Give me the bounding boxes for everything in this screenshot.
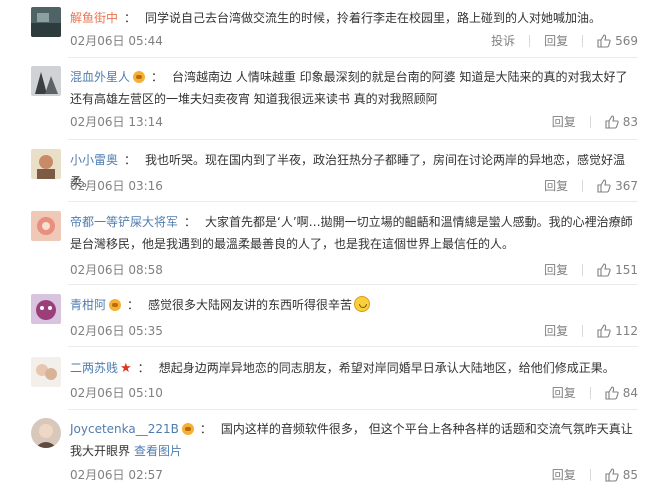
avatar[interactable] bbox=[31, 66, 61, 96]
laugh-emoji-icon bbox=[354, 296, 371, 312]
comment-content: 感觉很多大陆网友讲的东西听得很辛苦 bbox=[148, 298, 353, 312]
reply-button[interactable]: 回复 bbox=[552, 113, 576, 130]
like-button[interactable]: 84 bbox=[605, 386, 638, 400]
crown-badge-icon bbox=[181, 423, 194, 435]
comment-actions: 回复 367 bbox=[544, 177, 638, 194]
username-link[interactable]: 解鱼街中 bbox=[70, 11, 118, 25]
username-link[interactable]: 青柑阿 bbox=[70, 298, 106, 312]
comment-actions: 回复 112 bbox=[544, 322, 638, 339]
thumbs-up-icon bbox=[597, 33, 611, 48]
like-button[interactable]: 569 bbox=[597, 34, 638, 48]
avatar[interactable] bbox=[31, 418, 61, 448]
reply-button[interactable]: 回复 bbox=[544, 322, 568, 339]
avatar[interactable] bbox=[31, 7, 61, 37]
comment-item: 帝都一等铲屎大将军：大家首先都是‘人’啊…拋開一切立場的齟齬和溫情總是蠻人感動。… bbox=[0, 211, 656, 277]
username-link[interactable]: 帝都一等铲屎大将军 bbox=[70, 215, 178, 229]
separator bbox=[68, 201, 638, 202]
comment-item: 小小雷奥：我也听哭。现在国内到了半夜，政治狂热分子都睡了，房间在讨论两岸的异地恋… bbox=[0, 149, 656, 193]
comment-text-block: 混血外星人：台湾越南边 人情味越重 印象最深刻的就是台南的阿婆 知道是大陆来的真… bbox=[70, 70, 628, 106]
report-button[interactable]: 投诉 bbox=[491, 32, 515, 49]
like-button[interactable]: 367 bbox=[597, 179, 638, 193]
reply-button[interactable]: 回复 bbox=[552, 466, 576, 483]
comment-list: 解鱼街中：同学说自己去台湾做交流生的时候，拎着行李走在校园里，路上碰到的人对她喊… bbox=[0, 0, 656, 491]
reply-button[interactable]: 回复 bbox=[544, 32, 568, 49]
thumbs-up-icon bbox=[597, 178, 611, 193]
username-link[interactable]: Joycetenka__221B bbox=[70, 422, 179, 436]
action-divider bbox=[529, 34, 531, 47]
comment-text-block: 解鱼街中：同学说自己去台湾做交流生的时候，拎着行李走在校园里，路上碰到的人对她喊… bbox=[70, 11, 602, 25]
action-divider bbox=[589, 386, 591, 399]
comment-item: 二两苏贱 ★：想起身边两岸异地恋的同志朋友，希望对岸同婚早日承认大陆地区，给他们修… bbox=[0, 357, 656, 401]
comment-actions: 回复 151 bbox=[544, 261, 638, 278]
like-button[interactable]: 151 bbox=[597, 263, 638, 277]
comment-item: 解鱼街中：同学说自己去台湾做交流生的时候，拎着行李走在校园里，路上碰到的人对她喊… bbox=[0, 7, 656, 51]
comment-item: Joycetenka__221B：国内这样的音频软件很多， 但这个平台上各种各样… bbox=[0, 418, 656, 484]
comment-time: 02月06日 05:44 bbox=[70, 34, 163, 48]
username-link[interactable]: 二两苏贱 bbox=[70, 361, 118, 375]
like-count: 367 bbox=[615, 178, 638, 193]
crown-badge-icon bbox=[133, 71, 146, 83]
comment-text-block: Joycetenka__221B：国内这样的音频软件很多， 但这个平台上各种各样… bbox=[70, 422, 633, 458]
reply-button[interactable]: 回复 bbox=[552, 384, 576, 401]
avatar[interactable] bbox=[31, 211, 61, 241]
comment-actions: 回复 84 bbox=[552, 384, 638, 401]
comment-actions: 投诉 回复 569 bbox=[491, 32, 638, 49]
comment-actions: 回复 83 bbox=[552, 113, 638, 130]
comment-text-block: 青柑阿：感觉很多大陆网友讲的东西听得很辛苦 bbox=[70, 294, 640, 316]
crown-badge-icon bbox=[109, 299, 122, 311]
separator bbox=[68, 284, 638, 285]
like-count: 84 bbox=[622, 385, 638, 400]
thumbs-up-icon bbox=[605, 467, 619, 482]
comment-actions: 回复 85 bbox=[552, 466, 638, 483]
action-divider bbox=[589, 468, 591, 481]
comment-time: 02月06日 03:16 bbox=[70, 179, 163, 193]
comment-time: 02月06日 02:57 bbox=[70, 468, 163, 482]
thumbs-up-icon bbox=[597, 262, 611, 277]
like-count: 112 bbox=[615, 323, 638, 338]
avatar[interactable] bbox=[31, 294, 61, 324]
view-image-link[interactable]: 查看图片 bbox=[134, 444, 182, 458]
separator bbox=[68, 139, 638, 140]
like-count: 569 bbox=[615, 33, 638, 48]
like-button[interactable]: 85 bbox=[605, 468, 638, 482]
avatar[interactable] bbox=[31, 357, 61, 387]
action-divider bbox=[582, 263, 584, 276]
username-link[interactable]: 小小雷奥 bbox=[70, 153, 118, 167]
comment-time: 02月06日 05:35 bbox=[70, 324, 163, 338]
like-count: 151 bbox=[615, 262, 638, 277]
action-divider bbox=[582, 179, 584, 192]
thumbs-up-icon bbox=[597, 323, 611, 338]
comment-content: 同学说自己去台湾做交流生的时候，拎着行李走在校园里，路上碰到的人对她喊加油。 bbox=[145, 11, 602, 25]
like-button[interactable]: 83 bbox=[605, 115, 638, 129]
action-divider bbox=[589, 115, 591, 128]
like-count: 85 bbox=[622, 467, 638, 482]
star-icon: ★ bbox=[120, 361, 132, 376]
separator bbox=[68, 409, 638, 410]
action-divider bbox=[582, 34, 584, 47]
comment-time: 02月06日 13:14 bbox=[70, 115, 163, 129]
comment-content: 想起身边两岸异地恋的同志朋友，希望对岸同婚早日承认大陆地区，给他们修成正果。 bbox=[158, 361, 615, 375]
thumbs-up-icon bbox=[605, 114, 619, 129]
comment-time: 02月06日 08:58 bbox=[70, 263, 163, 277]
like-button[interactable]: 112 bbox=[597, 324, 638, 338]
thumbs-up-icon bbox=[605, 385, 619, 400]
comment-item: 青柑阿：感觉很多大陆网友讲的东西听得很辛苦 02月06日 05:35 回复 11… bbox=[0, 294, 656, 338]
comment-text-block: 帝都一等铲屎大将军：大家首先都是‘人’啊…拋開一切立場的齟齬和溫情總是蠻人感動。… bbox=[70, 215, 633, 251]
avatar[interactable] bbox=[31, 149, 61, 179]
reply-button[interactable]: 回复 bbox=[544, 261, 568, 278]
username-link[interactable]: 混血外星人 bbox=[70, 70, 130, 84]
separator bbox=[68, 346, 638, 347]
reply-button[interactable]: 回复 bbox=[544, 177, 568, 194]
like-count: 83 bbox=[622, 114, 638, 129]
separator bbox=[68, 57, 638, 58]
comment-text-block: 二两苏贱 ★：想起身边两岸异地恋的同志朋友，希望对岸同婚早日承认大陆地区，给他们修… bbox=[70, 361, 615, 376]
comment-time: 02月06日 05:10 bbox=[70, 386, 163, 400]
action-divider bbox=[582, 324, 584, 337]
comment-item: 混血外星人：台湾越南边 人情味越重 印象最深刻的就是台南的阿婆 知道是大陆来的真… bbox=[0, 66, 656, 132]
